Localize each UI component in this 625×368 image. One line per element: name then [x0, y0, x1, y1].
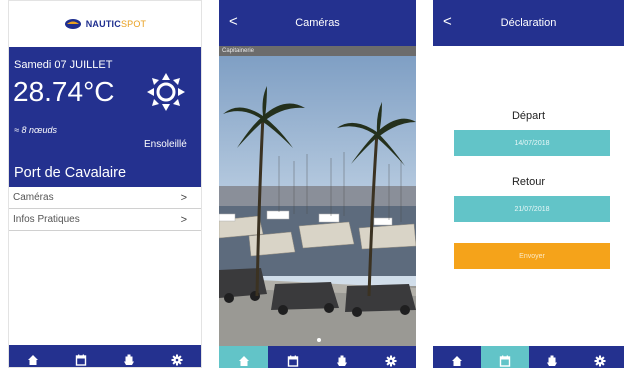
weather-temperature: 28.74°C: [13, 76, 115, 107]
camera-image[interactable]: [219, 56, 416, 346]
camera-label: Capitainerie: [219, 46, 416, 56]
tab-home[interactable]: [219, 346, 269, 368]
tab-settings[interactable]: [153, 345, 201, 367]
calendar-icon: [287, 355, 299, 367]
weather-condition: Ensoleillé: [144, 139, 187, 150]
departure-date-field[interactable]: 14/07/2018: [454, 130, 610, 156]
tab-boat[interactable]: [318, 346, 367, 368]
calendar-icon: [499, 355, 510, 367]
page-title: Caméras: [295, 17, 340, 29]
declaration-form: Départ 14/07/2018 Retour 21/07/2018 Envo…: [433, 46, 624, 346]
boat-icon: [124, 354, 134, 365]
back-button[interactable]: <: [229, 13, 238, 30]
home-screen: NAUTICSPOT Samedi 07 JUILLET 28.74°C ≈ 8…: [8, 0, 202, 368]
declaration-screen: < Déclaration Départ 14/07/2018 Retour 2…: [433, 0, 624, 368]
menu-item-label: Caméras: [13, 192, 54, 203]
home-icon: [451, 356, 462, 366]
port-name: Port de Cavalaire: [14, 165, 127, 181]
tab-bar: [219, 346, 416, 368]
sun-icon: [147, 73, 185, 111]
page-title: Déclaration: [500, 17, 557, 29]
home-icon: [28, 355, 38, 365]
menu-item-cameras[interactable]: Caméras >: [9, 187, 201, 209]
header: < Caméras: [219, 0, 416, 46]
header: < Déclaration: [433, 0, 624, 46]
boat-icon: [547, 355, 558, 366]
cameras-screen: < Caméras Capitainerie: [219, 0, 416, 368]
calendar-icon: [75, 354, 87, 366]
chevron-right-icon: >: [180, 213, 187, 226]
home-icon: [238, 356, 249, 366]
chevron-right-icon: >: [180, 191, 187, 204]
tab-calendar[interactable]: [57, 345, 105, 367]
logo-icon: [64, 19, 81, 29]
departure-label: Départ: [511, 110, 546, 122]
tab-bar: [433, 346, 624, 368]
tab-boat[interactable]: [529, 346, 577, 368]
settings-icon: [594, 355, 606, 367]
weather-panel: Samedi 07 JUILLET 28.74°C ≈ 8 nœuds Enso…: [9, 47, 201, 187]
settings-icon: [385, 355, 397, 367]
tab-boat[interactable]: [105, 345, 153, 367]
send-button[interactable]: Envoyer: [454, 243, 610, 269]
tab-calendar[interactable]: [480, 346, 529, 368]
menu-item-infos-pratiques[interactable]: Infos Pratiques >: [9, 209, 201, 231]
tab-settings[interactable]: [367, 346, 416, 368]
menu-item-label: Infos Pratiques: [13, 214, 80, 225]
back-button[interactable]: <: [443, 13, 452, 30]
return-date-field[interactable]: 21/07/2018: [454, 196, 610, 222]
page-indicator: [317, 338, 321, 342]
weather-date: Samedi 07 JUILLET: [14, 59, 113, 71]
tab-home[interactable]: [9, 345, 57, 367]
tab-settings[interactable]: [576, 346, 624, 368]
settings-icon: [171, 354, 183, 366]
tab-calendar[interactable]: [268, 346, 317, 368]
return-label: Retour: [511, 176, 546, 188]
tab-bar: [9, 345, 201, 367]
boat-icon: [337, 355, 348, 366]
weather-wind: ≈ 8 nœuds: [14, 125, 57, 135]
tab-home[interactable]: [433, 346, 481, 368]
logo: NAUTICSPOT: [9, 1, 201, 47]
logo-text: NAUTICSPOT: [85, 19, 147, 29]
